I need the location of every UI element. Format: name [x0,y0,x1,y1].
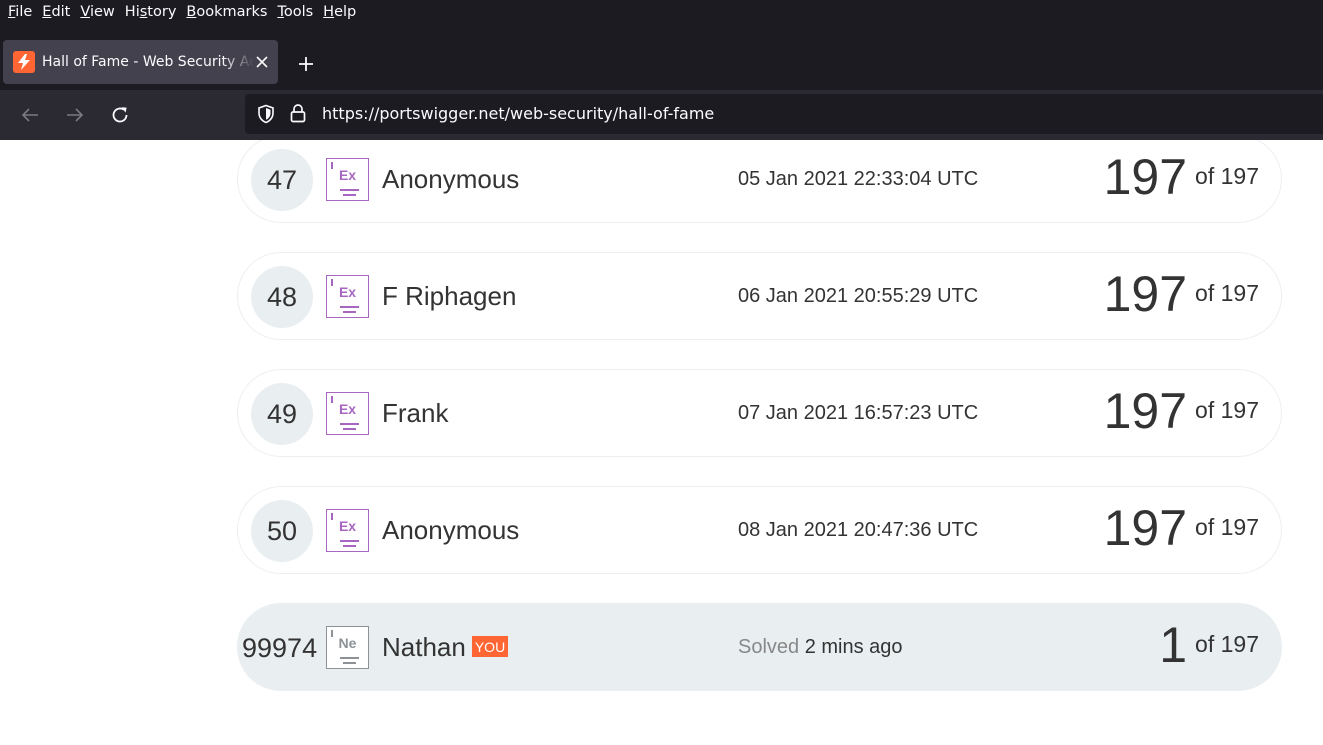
solved-label: Solved [738,636,800,658]
navigation-toolbar: https://portswigger.net/web-security/hal… [0,90,1323,140]
score: 197 of 197 [1104,499,1259,557]
solved-time: 2 mins ago [804,636,903,658]
of-label: of [1195,514,1215,540]
arrow-right-icon[interactable] [62,102,88,128]
score: 1 of 197 [1159,616,1259,674]
badge-symbol: Ex [338,401,357,417]
menu-tools-label: ools [283,4,314,20]
badge-symbol: Ex [338,518,357,534]
score: 197 of 197 [1104,265,1259,323]
score-total: of 197 [1195,514,1259,540]
score-total: of 197 [1195,397,1259,423]
tab-bar: Hall of Fame - Web Security Academy [0,24,1323,90]
menu-tools[interactable]: Tools [277,4,313,20]
tracking-protection-shield-icon[interactable] [257,104,275,129]
total-labs: 197 [1220,397,1259,423]
menu-history-prefix: Hi [124,4,140,20]
total-labs: 197 [1220,514,1259,540]
lock-icon[interactable] [290,103,306,128]
user-level-badge-icon: Ne [326,626,369,669]
portswigger-lightning-icon [13,51,35,73]
leaderboard-row: 49 Ex Frank 07 Jan 2021 16:57:23 UTC 197… [237,369,1282,457]
of-label: of [1195,280,1215,306]
menu-bookmarks-label: ookmarks [196,4,268,20]
menu-help-label: elp [334,4,357,20]
you-badge: YOU [471,636,509,657]
user-level-badge-icon: Ex [326,275,369,318]
badge-symbol: Ex [338,284,357,300]
menu-edit-label: dit [51,4,71,20]
leaderboard-row: 47 Ex Anonymous 05 Jan 2021 22:33:04 UTC… [237,140,1282,223]
menu-history-label: tory [147,4,177,20]
of-label: of [1195,397,1215,423]
user-name: Anonymous [382,164,520,194]
menu-view[interactable]: View [80,4,114,20]
total-labs: 197 [1220,631,1259,657]
of-label: of [1195,163,1215,189]
total-labs: 197 [1220,280,1259,306]
rank-number: 48 [251,266,313,328]
score-total: of 197 [1195,631,1259,657]
completion-date: 07 Jan 2021 16:57:23 UTC [738,402,979,424]
score: 197 of 197 [1104,148,1259,206]
menu-view-accesskey: V [80,4,90,20]
menu-help[interactable]: Help [323,4,356,20]
leaderboard-row: 48 Ex F Riphagen 06 Jan 2021 20:55:29 UT… [237,252,1282,340]
user-name: F Riphagen [382,281,517,311]
total-labs: 197 [1220,163,1259,189]
user-name-text: Nathan [382,632,466,662]
reload-icon[interactable] [107,102,133,128]
completion-date: 05 Jan 2021 22:33:04 UTC [738,168,979,190]
menu-bookmarks-accesskey: B [186,4,197,20]
user-level-badge-icon: Ex [326,158,369,201]
score: 197 of 197 [1104,382,1259,440]
score-total: of 197 [1195,163,1259,189]
completion-date: 08 Jan 2021 20:47:36 UTC [738,519,979,541]
score-value: 197 [1103,383,1188,439]
user-name: Frank [382,398,449,428]
of-label: of [1195,631,1215,657]
menu-bookmarks[interactable]: Bookmarks [186,4,267,20]
user-level-badge-icon: Ex [326,392,369,435]
menu-file[interactable]: File [8,4,32,20]
badge-symbol: Ex [338,167,357,183]
menu-file-label: ile [15,4,33,20]
user-name: Nathan YOU [382,632,509,663]
rank-number: 49 [251,383,313,445]
url-bar[interactable]: https://portswigger.net/web-security/hal… [245,94,1323,134]
plus-icon[interactable] [292,50,320,78]
tab-title: Hall of Fame - Web Security Academy [42,54,254,70]
arrow-left-icon[interactable] [17,102,43,128]
menu-history[interactable]: History [125,4,177,20]
solved-status: Solved 2 mins ago [738,636,903,659]
score-value: 197 [1103,149,1188,205]
leaderboard-row: 50 Ex Anonymous 08 Jan 2021 20:47:36 UTC… [237,486,1282,574]
rank-number: 47 [251,149,313,211]
url-text: https://portswigger.net/web-security/hal… [322,104,715,123]
user-level-badge-icon: Ex [326,509,369,552]
score-value: 197 [1103,266,1188,322]
rank-number: 99974 [242,632,318,663]
score-total: of 197 [1195,280,1259,306]
completion-date: 06 Jan 2021 20:55:29 UTC [738,285,979,307]
menu-view-label: iew [89,4,115,20]
user-name: Anonymous [382,515,520,545]
leaderboard-row-you: 99974 Ne Nathan YOU Solved 2 mins ago 1 of… [237,603,1282,691]
close-icon[interactable] [256,53,268,71]
rank-number: 50 [251,500,313,562]
menu-help-accesskey: H [323,4,335,20]
score-value: 1 [1159,617,1188,673]
score-value: 197 [1103,500,1188,556]
badge-symbol: Ne [338,635,357,651]
tab-hall-of-fame[interactable]: Hall of Fame - Web Security Academy [3,40,278,84]
hall-of-fame-leaderboard: 47 Ex Anonymous 05 Jan 2021 22:33:04 UTC… [0,140,1323,745]
menu-bar: File Edit View History Bookmarks Tools H… [0,0,1323,24]
menu-edit[interactable]: Edit [42,4,70,20]
